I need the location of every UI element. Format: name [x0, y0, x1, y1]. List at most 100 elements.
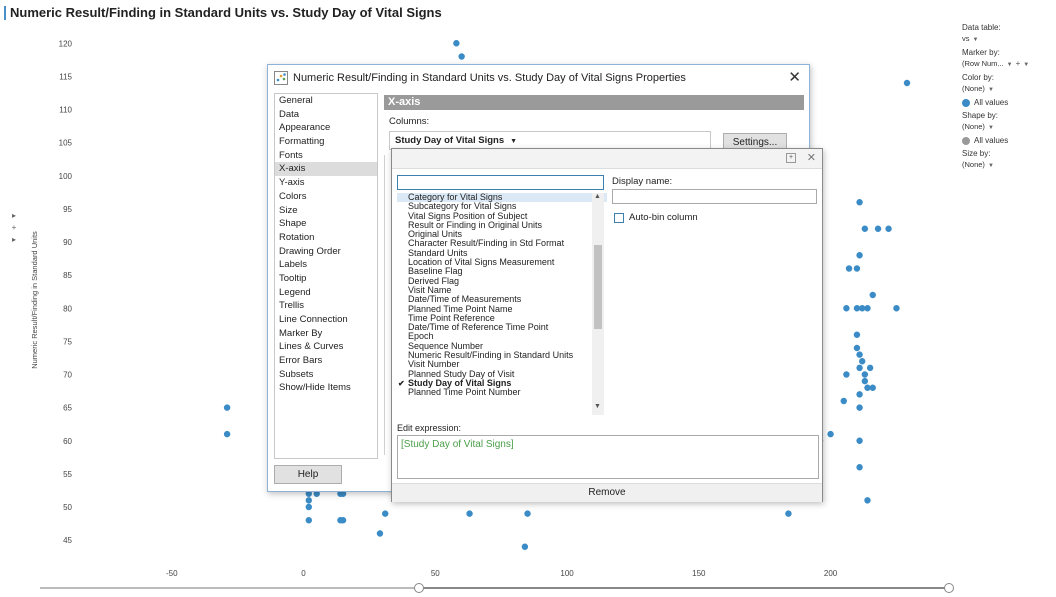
- column-list-scrollbar[interactable]: ▲ ▼: [592, 193, 604, 415]
- scrollbar-thumb[interactable]: [594, 245, 602, 329]
- nav-item-trellis[interactable]: Trellis: [275, 299, 377, 313]
- nav-item-data[interactable]: Data: [275, 108, 377, 122]
- axis-menu-icon[interactable]: ▸: [8, 234, 20, 246]
- nav-item-appearance[interactable]: Appearance: [275, 121, 377, 135]
- column-list[interactable]: Category for Vital Signs Subcategory for …: [397, 193, 607, 413]
- dialog-titlebar[interactable]: Numeric Result/Finding in Standard Units…: [268, 65, 809, 91]
- nav-item-colors[interactable]: Colors: [275, 190, 377, 204]
- data-point[interactable]: [856, 464, 863, 471]
- data-point[interactable]: [856, 252, 863, 259]
- y-axis-title: Numeric Result/Finding in Standard Units: [30, 231, 39, 369]
- data-point[interactable]: [856, 404, 863, 411]
- data-point[interactable]: [856, 437, 863, 444]
- legend-panel: Data table: vs ▼ Marker by: (Row Num... ▼ +…: [962, 20, 1056, 171]
- shape-legend-item[interactable]: All values: [962, 136, 1056, 146]
- close-icon[interactable]: ✕: [807, 151, 816, 164]
- column-list-item[interactable]: Planned Time Point Number: [397, 388, 607, 397]
- nav-item-rotation[interactable]: Rotation: [275, 231, 377, 245]
- data-point[interactable]: [893, 305, 900, 312]
- data-point[interactable]: [859, 358, 866, 365]
- color-by-select[interactable]: (None) ▼: [962, 84, 994, 95]
- nav-item-x-axis[interactable]: X-axis: [275, 162, 377, 177]
- nav-item-size[interactable]: Size: [275, 204, 377, 218]
- data-point[interactable]: [853, 331, 861, 338]
- data-point[interactable]: [861, 371, 869, 378]
- data-point[interactable]: [223, 430, 231, 438]
- chevron-down-icon[interactable]: ▼: [1023, 62, 1029, 68]
- data-point[interactable]: [339, 517, 347, 524]
- data-point[interactable]: [861, 377, 869, 385]
- edit-expression-input[interactable]: [Study Day of Vital Signs]: [397, 435, 819, 479]
- auto-bin-checkbox[interactable]: [614, 213, 624, 223]
- scroll-up-icon[interactable]: ▲: [594, 193, 601, 200]
- column-search-input[interactable]: [397, 175, 604, 190]
- data-point[interactable]: [864, 305, 871, 312]
- add-icon[interactable]: +: [1016, 59, 1021, 69]
- marker-by-select[interactable]: (Row Num... ▼ + ▼: [962, 59, 1029, 70]
- nav-item-labels[interactable]: Labels: [275, 258, 377, 272]
- checkmark-icon: ✔: [398, 378, 405, 388]
- remove-button[interactable]: Remove: [392, 483, 822, 502]
- data-point[interactable]: [524, 510, 531, 517]
- nav-item-tooltip[interactable]: Tooltip: [275, 272, 377, 286]
- expand-icon[interactable]: +: [786, 153, 796, 163]
- color-legend-item[interactable]: All values: [962, 98, 1056, 108]
- data-point[interactable]: [845, 265, 853, 272]
- data-point[interactable]: [869, 384, 876, 391]
- size-by-select[interactable]: (None) ▼: [962, 160, 994, 171]
- data-point[interactable]: [856, 199, 863, 206]
- data-point[interactable]: [856, 351, 863, 358]
- y-tick-label: 115: [59, 72, 72, 81]
- data-point[interactable]: [866, 364, 874, 372]
- x-range-slider-left-handle[interactable]: [414, 583, 424, 593]
- data-point[interactable]: [856, 364, 863, 372]
- data-point[interactable]: [785, 510, 792, 517]
- scroll-down-icon[interactable]: ▼: [594, 403, 601, 410]
- data-point[interactable]: [466, 510, 473, 517]
- data-point[interactable]: [885, 225, 892, 232]
- nav-item-y-axis[interactable]: Y-axis: [275, 176, 377, 190]
- nav-item-marker-by[interactable]: Marker By: [275, 327, 377, 341]
- data-table-select[interactable]: vs ▼: [962, 34, 978, 45]
- data-point[interactable]: [305, 503, 312, 511]
- axis-expand-icon[interactable]: ▸: [8, 210, 20, 222]
- nav-item-fonts[interactable]: Fonts: [275, 149, 377, 163]
- data-point[interactable]: [853, 344, 861, 352]
- data-point[interactable]: [827, 430, 834, 438]
- x-range-slider-right-handle[interactable]: [944, 583, 954, 593]
- data-point[interactable]: [843, 371, 850, 378]
- display-name-input[interactable]: [612, 189, 817, 204]
- data-point[interactable]: [458, 53, 465, 60]
- nav-item-formatting[interactable]: Formatting: [275, 135, 377, 149]
- data-point[interactable]: [453, 40, 460, 47]
- data-point[interactable]: [305, 517, 312, 524]
- nav-item-shape[interactable]: Shape: [275, 217, 377, 231]
- data-point[interactable]: [305, 497, 312, 504]
- nav-item-error-bars[interactable]: Error Bars: [275, 354, 377, 368]
- data-point[interactable]: [869, 291, 876, 299]
- data-point[interactable]: [861, 225, 869, 232]
- data-point[interactable]: [853, 265, 861, 272]
- data-point[interactable]: [843, 305, 850, 312]
- data-point[interactable]: [856, 391, 863, 398]
- axis-add-icon[interactable]: +: [8, 222, 20, 234]
- nav-item-legend[interactable]: Legend: [275, 286, 377, 300]
- data-point[interactable]: [376, 530, 384, 537]
- close-icon[interactable]: ✕: [788, 68, 801, 86]
- data-point[interactable]: [223, 404, 231, 411]
- nav-item-line-connection[interactable]: Line Connection: [275, 313, 377, 327]
- data-point[interactable]: [521, 543, 529, 550]
- shape-by-select[interactable]: (None) ▼: [962, 122, 994, 133]
- data-point[interactable]: [840, 397, 847, 405]
- help-button[interactable]: Help: [274, 465, 342, 484]
- nav-item-lines-curves[interactable]: Lines & Curves: [275, 340, 377, 354]
- data-point[interactable]: [382, 510, 389, 517]
- data-point[interactable]: [864, 497, 871, 504]
- data-point[interactable]: [874, 225, 882, 232]
- nav-item-show-hide-items[interactable]: Show/Hide Items: [275, 381, 377, 395]
- nav-item-subsets[interactable]: Subsets: [275, 368, 377, 382]
- x-range-slider-range[interactable]: [420, 587, 950, 589]
- nav-item-general[interactable]: General: [275, 94, 377, 108]
- data-point[interactable]: [903, 79, 911, 87]
- nav-item-drawing-order[interactable]: Drawing Order: [275, 245, 377, 259]
